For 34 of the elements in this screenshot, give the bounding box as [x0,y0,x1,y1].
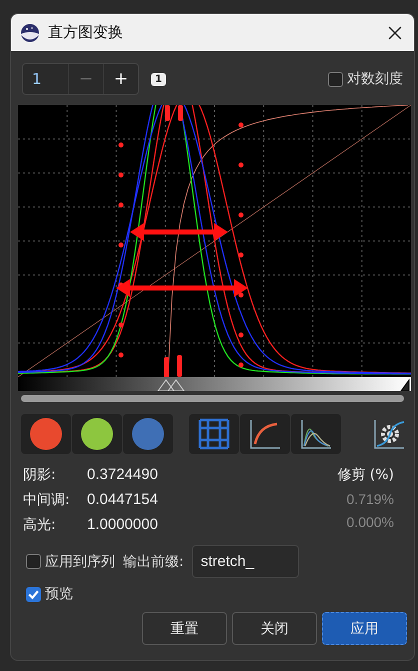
layer-badge: 1 [151,72,166,86]
value-text: 1.0000000 [87,516,158,534]
value-text: 0.3724490 [87,466,158,484]
grid-toggle[interactable] [189,414,239,454]
curve-icon [249,418,281,450]
grid-icon [198,418,230,450]
output-prefix-label: 输出前缀: [123,552,184,570]
close-icon [388,26,402,40]
log-scale-checkbox[interactable]: 对数刻度 [328,70,403,88]
auto-stretch-button[interactable] [373,418,405,450]
app-icon [20,22,40,42]
value-label: 中间调: [23,491,71,509]
layer-spinner[interactable]: 1 − + [22,63,139,95]
dialog-button[interactable]: 重置 [142,612,227,645]
value-label: 阴影: [23,466,57,484]
output-prefix-field[interactable]: stretch_ [192,545,299,578]
value-text: 0.0447154 [87,491,158,509]
window-title: 直方图变换 [48,23,124,42]
clipping-heading: 修剪 (%) [337,466,394,484]
curve-toggle[interactable] [240,414,290,454]
clipping-value: 0.719% [346,491,394,507]
clipping-value: 0.000% [346,514,394,530]
histogram-toggle[interactable] [291,414,341,454]
midtone-handle[interactable] [167,379,185,391]
value-label: 高光: [23,516,57,534]
dialog-button[interactable]: 关闭 [232,612,317,645]
histogram-icon [300,418,332,450]
preview-checkbox[interactable]: 预览 [26,585,408,603]
scrollbar[interactable] [21,395,404,402]
apply-to-sequence-checkbox[interactable]: 应用到序列 [26,552,115,570]
shadow-handle[interactable] [157,379,175,391]
gear-curve-icon [373,418,405,450]
apply-button[interactable]: 应用 [322,612,407,645]
highlight-handle[interactable] [400,378,410,391]
